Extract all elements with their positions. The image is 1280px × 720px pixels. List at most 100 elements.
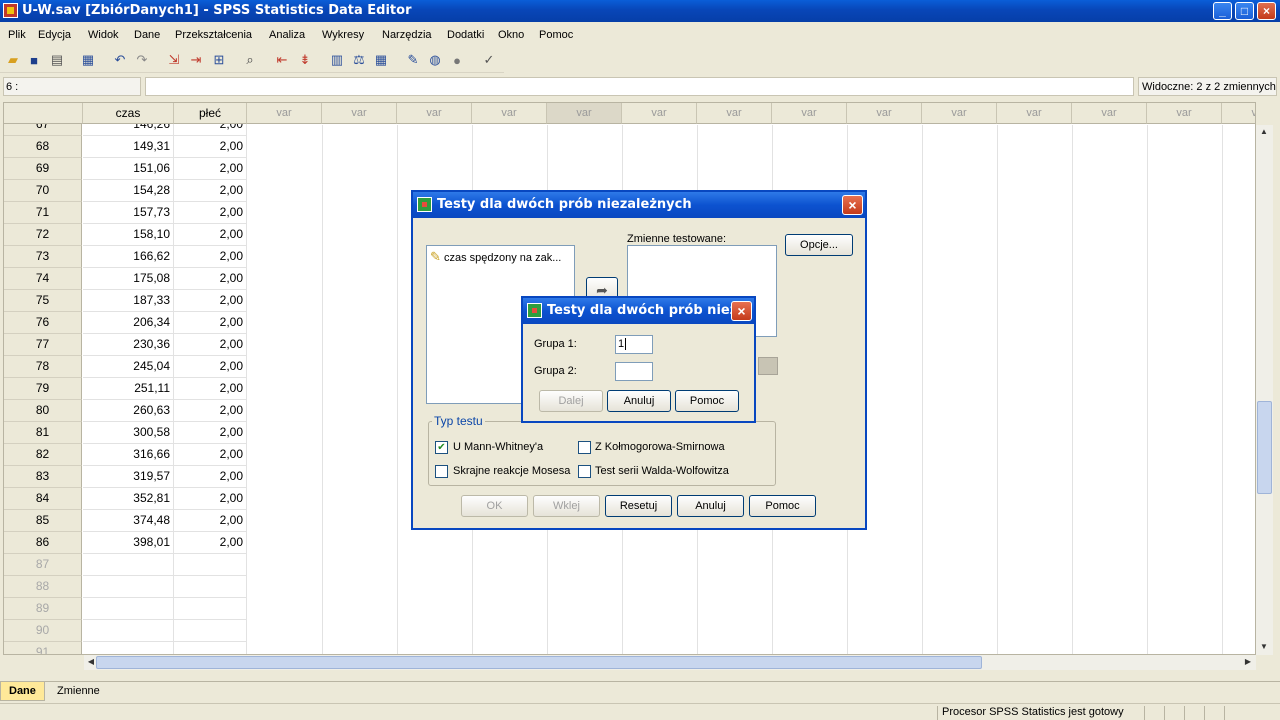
cell-czas[interactable]: 260,63 (83, 400, 174, 422)
group2-input[interactable] (615, 362, 653, 381)
row-header[interactable]: 89 (4, 598, 82, 620)
cell-plec[interactable]: 2,00 (174, 224, 247, 246)
groups-help-button[interactable]: Pomoc (675, 390, 739, 412)
column-header-var[interactable]: var (1072, 103, 1147, 124)
row-header[interactable]: 74 (4, 268, 82, 290)
tab-variable-view[interactable]: Zmienne (49, 682, 108, 701)
cell-plec[interactable]: 2,00 (174, 202, 247, 224)
row-header[interactable]: 85 (4, 510, 82, 532)
column-header-var[interactable]: var (997, 103, 1072, 124)
cell-czas[interactable]: 398,01 (83, 532, 174, 554)
row-header[interactable]: 69 (4, 158, 82, 180)
row-header[interactable]: 75 (4, 290, 82, 312)
cell-czas[interactable] (83, 642, 174, 654)
save-icon[interactable]: ■ (25, 51, 43, 69)
row-header[interactable]: 82 (4, 444, 82, 466)
row-header[interactable]: 86 (4, 532, 82, 554)
cell-plec[interactable]: 2,00 (174, 334, 247, 356)
use-sets-icon[interactable]: ◍ (426, 51, 444, 69)
cell-czas[interactable]: 230,36 (83, 334, 174, 356)
row-header[interactable]: 80 (4, 400, 82, 422)
menu-pomoc[interactable]: Pomoc (539, 29, 573, 41)
horizontal-scrollbar[interactable]: ◀ ▶ (84, 655, 1256, 670)
cell-plec[interactable]: 2,00 (174, 466, 247, 488)
cell-czas[interactable]: 206,34 (83, 312, 174, 334)
cell-plec[interactable] (174, 642, 247, 654)
cell-plec[interactable]: 2,00 (174, 488, 247, 510)
cell-czas[interactable]: 149,31 (83, 136, 174, 158)
weight-cases-icon[interactable]: ⚖ (350, 51, 368, 69)
show-all-variables-icon[interactable]: ● (448, 51, 466, 69)
variables-icon[interactable]: ⊞ (210, 51, 228, 69)
column-header-var-partial[interactable]: v (1222, 103, 1255, 124)
column-header-plec[interactable]: płeć (174, 103, 247, 124)
column-header-var[interactable]: var (322, 103, 397, 124)
column-header-var[interactable]: var (697, 103, 772, 124)
cell-plec[interactable] (174, 554, 247, 576)
row-header[interactable]: 68 (4, 136, 82, 158)
print-icon[interactable]: ▤ (48, 51, 66, 69)
cell-plec[interactable]: 2,00 (174, 290, 247, 312)
insert-cases-icon[interactable]: ⇤ (273, 51, 291, 69)
tab-data-view[interactable]: Dane (0, 682, 45, 701)
column-header-var-selected[interactable]: var (547, 103, 622, 124)
row-header[interactable]: 91 (4, 642, 82, 654)
cell-czas[interactable]: 300,58 (83, 422, 174, 444)
spell-check-icon[interactable]: ✓ (480, 51, 498, 69)
menu-okno[interactable]: Okno (498, 29, 524, 41)
cell-plec[interactable]: 2,00 (174, 268, 247, 290)
ok-button[interactable]: OK (461, 495, 528, 517)
row-header[interactable]: 71 (4, 202, 82, 224)
row-header[interactable]: 84 (4, 488, 82, 510)
column-header-czas[interactable]: czas (83, 103, 174, 124)
cell-czas[interactable]: 319,57 (83, 466, 174, 488)
menu-przeksztalcenia[interactable]: Przekształcenia (175, 29, 252, 41)
column-header-var[interactable]: var (397, 103, 472, 124)
insert-variable-icon[interactable]: ⇟ (296, 51, 314, 69)
cell-plec[interactable]: 2,00 (174, 246, 247, 268)
cell-czas[interactable]: 187,33 (83, 290, 174, 312)
main-cancel-button[interactable]: Anuluj (677, 495, 744, 517)
scroll-right-arrow-icon[interactable]: ▶ (1241, 655, 1255, 669)
close-window-button[interactable]: × (1257, 2, 1276, 20)
cell-plec[interactable]: 2,00 (174, 400, 247, 422)
scroll-up-arrow-icon[interactable]: ▲ (1257, 125, 1271, 139)
cell-czas[interactable]: 175,08 (83, 268, 174, 290)
moses-extreme-reactions-checkbox[interactable] (435, 465, 448, 478)
continue-button[interactable]: Dalej (539, 390, 603, 412)
row-header[interactable]: 81 (4, 422, 82, 444)
menu-wykresy[interactable]: Wykresy (322, 29, 364, 41)
menu-widok[interactable]: Widok (88, 29, 119, 41)
cell-plec[interactable]: 2,00 (174, 136, 247, 158)
options-button[interactable]: Opcje... (785, 234, 853, 256)
menu-edycja[interactable]: Edycja (38, 29, 71, 41)
cell-plec[interactable]: 2,00 (174, 312, 247, 334)
row-header[interactable]: 76 (4, 312, 82, 334)
paste-button[interactable]: Wklej (533, 495, 600, 517)
cell-value-editor[interactable] (145, 77, 1134, 96)
cell-czas[interactable]: 151,06 (83, 158, 174, 180)
cell-czas[interactable] (83, 554, 174, 576)
group1-input[interactable]: 1 (615, 335, 653, 354)
cell-czas[interactable]: 158,10 (83, 224, 174, 246)
horizontal-scroll-thumb[interactable] (96, 656, 982, 669)
find-icon[interactable]: ⌕ (241, 51, 259, 69)
column-header-var[interactable]: var (1147, 103, 1222, 124)
cell-plec[interactable] (174, 576, 247, 598)
split-file-icon[interactable]: ▥ (328, 51, 346, 69)
cell-czas[interactable] (83, 598, 174, 620)
mann-whitney-checkbox[interactable]: ✔ (435, 441, 448, 454)
cell-czas[interactable]: 251,11 (83, 378, 174, 400)
cell-czas[interactable]: 352,81 (83, 488, 174, 510)
groups-dialog-close-button[interactable]: × (731, 301, 752, 321)
maximize-button[interactable]: □ (1235, 2, 1254, 20)
menu-dodatki[interactable]: Dodatki (447, 29, 484, 41)
cell-plec[interactable]: 2,00 (174, 378, 247, 400)
open-folder-icon[interactable]: ▰ (4, 51, 22, 69)
goto-variable-icon[interactable]: ⇥ (187, 51, 205, 69)
row-header[interactable]: 72 (4, 224, 82, 246)
corner-header[interactable] (4, 103, 83, 124)
row-header[interactable]: 90 (4, 620, 82, 642)
kolmogorov-smirnov-checkbox[interactable] (578, 441, 591, 454)
cell-plec[interactable]: 2,00 (174, 180, 247, 202)
